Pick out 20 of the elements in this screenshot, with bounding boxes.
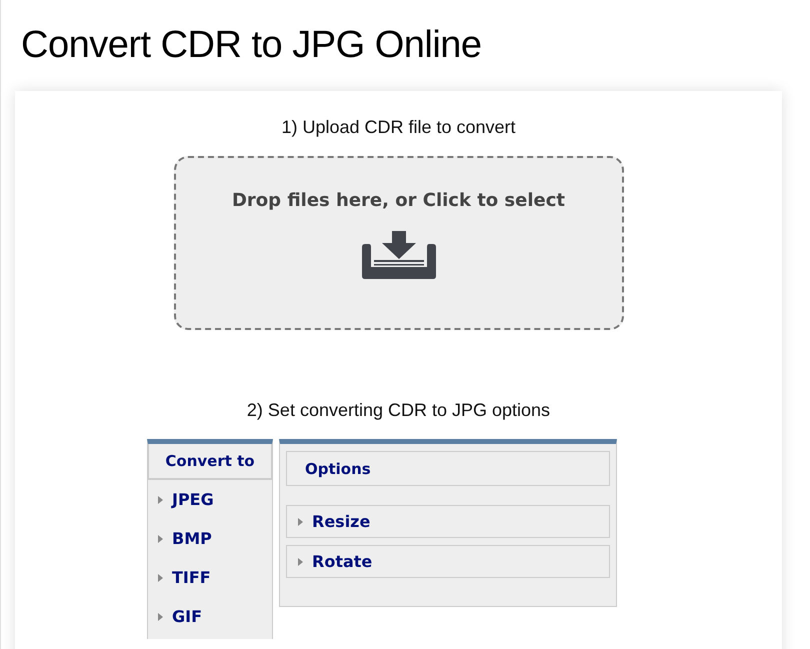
step-heading: 2) Set converting CDR to JPG options xyxy=(246,400,550,421)
triangle-icon xyxy=(158,534,163,542)
option-group-header[interactable]: Rotate xyxy=(286,545,610,578)
triangle-icon xyxy=(298,518,303,526)
triangle-icon xyxy=(158,612,163,620)
upload-tray-icon xyxy=(362,231,436,279)
panel-header: Options xyxy=(286,451,610,486)
format-link[interactable]: BMP xyxy=(172,529,212,548)
dropzone[interactable]: Drop files here, or Click to select xyxy=(174,156,624,330)
format-link[interactable]: TIFF xyxy=(172,568,211,587)
option-group-header[interactable]: Resize xyxy=(286,505,610,538)
triangle-icon xyxy=(158,496,163,504)
step-heading: 1) Upload CDR file to convert xyxy=(281,117,516,138)
format-link[interactable]: GIF xyxy=(172,607,202,626)
panel-header: Convert to xyxy=(147,444,273,480)
triangle-icon xyxy=(158,574,163,582)
format-link[interactable]: JPEG xyxy=(172,490,214,509)
triangle-icon xyxy=(298,558,303,566)
dropzone-text: Drop files here, or Click to select xyxy=(232,190,566,211)
page-title: Convert CDR to JPG Online xyxy=(20,23,483,65)
